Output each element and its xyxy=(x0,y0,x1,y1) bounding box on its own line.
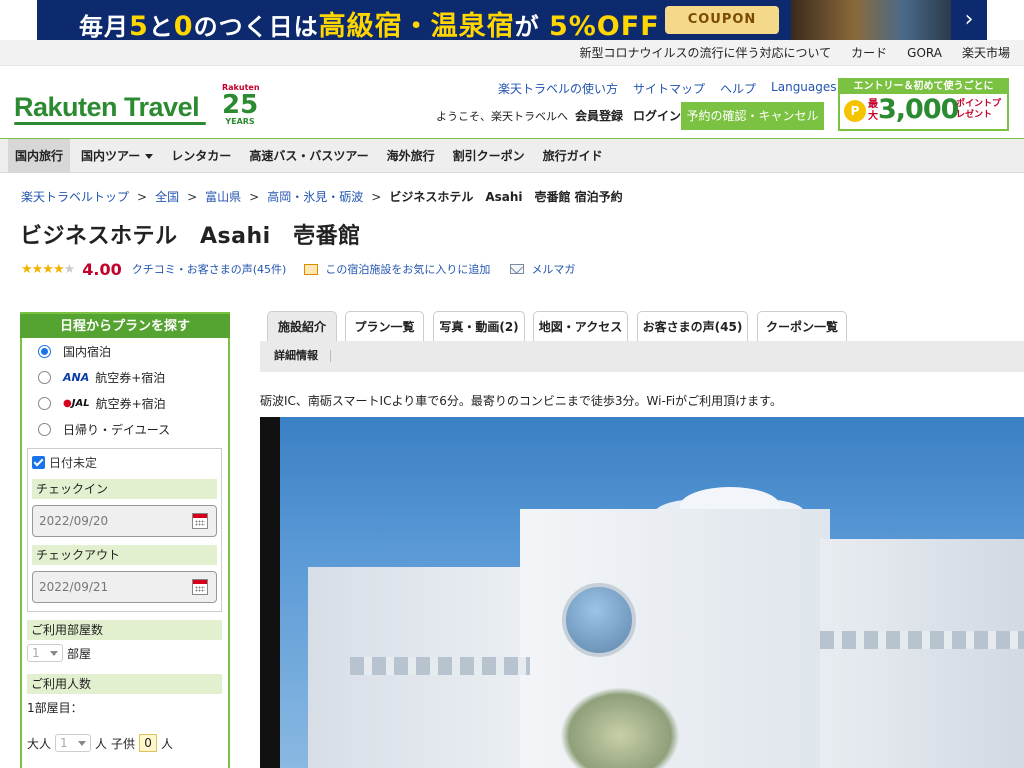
plan-search-sidebar: 日程からプランを探す 国内宿泊 ANA 航空券+宿泊 ●JAL 航空券+宿泊 日… xyxy=(20,312,230,768)
radio-ana-package[interactable] xyxy=(38,370,51,384)
breadcrumb-national[interactable]: 全国 xyxy=(155,190,179,204)
calendar-icon[interactable] xyxy=(192,579,208,595)
header-link-sitemap[interactable]: サイトマップ xyxy=(633,80,705,97)
adult-select[interactable]: 1 xyxy=(55,734,92,752)
promo-photo xyxy=(791,0,951,40)
calendar-icon[interactable] xyxy=(192,513,208,529)
welcome-text: ようこそ、楽天トラベルへ xyxy=(436,110,568,123)
option-jal-package[interactable]: ●JAL 航空券+宿泊 xyxy=(22,390,228,416)
ad-headline: エントリー＆初めて使うごとに xyxy=(840,80,1007,94)
hotel-tabs: 施設紹介 プラン一覧 写真・動画(2) 地図・アクセス お客さまの声(45) ク… xyxy=(260,311,1024,341)
rooms-section: ご利用部屋数 1 部屋 xyxy=(27,620,222,666)
breadcrumb-current: ビジネスホテル Asahi 壱番館 宿泊予約 xyxy=(389,190,623,204)
tab-coupons[interactable]: クーポン一覧 xyxy=(757,311,847,341)
tab-reviews[interactable]: お客さまの声(45) xyxy=(637,311,748,341)
date-undecided-checkbox[interactable] xyxy=(32,455,45,469)
hotel-name: ビジネスホテル Asahi 壱番館 xyxy=(20,224,361,249)
rating-row: ★★★★★ 4.00 クチコミ・お客さまの声(45件) この宿泊施設をお気に入り… xyxy=(21,259,575,279)
breadcrumb-top[interactable]: 楽天トラベルトップ xyxy=(21,190,129,204)
reservation-check-button[interactable]: 予約の確認・キャンセル xyxy=(681,102,824,130)
date-selection-box: 日付未定 チェックイン 2022/09/20 チェックアウト 2022/09/2… xyxy=(27,448,222,612)
radio-domestic-stay[interactable] xyxy=(38,344,51,358)
review-link[interactable]: クチコミ・お客さまの声(45件) xyxy=(132,261,287,277)
header-link-howto[interactable]: 楽天トラベルの使い方 xyxy=(498,80,618,97)
nav-domestic-travel[interactable]: 国内旅行 xyxy=(8,139,71,173)
adult-label: 大人 xyxy=(27,736,52,751)
nav-guide[interactable]: 旅行ガイド xyxy=(536,139,610,173)
rooms-unit: 部屋 xyxy=(67,646,92,661)
subtab-details[interactable]: 詳細情報 xyxy=(274,350,331,362)
nav-bus[interactable]: 高速バス・バスツアー xyxy=(242,139,375,173)
utility-bar: 新型コロナウイルスの流行に伴う対応について カード GORA 楽天市場 xyxy=(0,40,1024,66)
favorite-folder-icon xyxy=(304,263,319,275)
tab-facility-intro[interactable]: 施設紹介 xyxy=(267,311,337,341)
breadcrumb: 楽天トラベルトップ > 全国 > 富山県 > 高岡・氷見・砺波 > ビジネスホテル Asahi … xyxy=(21,190,623,204)
sidebar-title: 日程からプランを探す xyxy=(20,312,230,338)
login-link[interactable]: ログイン xyxy=(633,107,681,124)
hotel-photo xyxy=(260,417,1024,768)
rakuten-travel-logo[interactable]: Rakuten Travel xyxy=(14,92,200,123)
adult-unit: 人 xyxy=(95,736,108,751)
jal-logo: ●JAL xyxy=(63,397,90,409)
option-day-use[interactable]: 日帰り・デイユース xyxy=(22,416,228,442)
util-link-ichiba[interactable]: 楽天市場 xyxy=(942,46,1010,60)
hotel-intro-text: 砺波IC、南砺スマートICより車で6分。最寄りのコンビニまで徒歩3分。Wi-Fi… xyxy=(260,394,782,408)
promo-banner-area: 毎月5と0のつく日は高級宿・温泉宿が 5%OFF COUPON › xyxy=(0,0,1024,40)
radio-day-use[interactable] xyxy=(38,422,51,436)
checkin-date-input[interactable]: 2022/09/20 xyxy=(32,505,217,537)
languages-dropdown[interactable]: Languages xyxy=(771,80,848,97)
checkout-label: チェックアウト xyxy=(32,545,217,565)
util-link-card[interactable]: カード xyxy=(831,46,887,60)
breadcrumb-prefecture[interactable]: 富山県 xyxy=(205,190,241,204)
mail-magazine-link[interactable]: メルマガ xyxy=(531,261,575,277)
tab-plan-list[interactable]: プラン一覧 xyxy=(345,311,424,341)
points-campaign-ad[interactable]: エントリー＆初めて使うごとに P 最大 3,000 ポイントプレゼント xyxy=(838,78,1009,131)
checkout-date-input[interactable]: 2022/09/21 xyxy=(32,571,217,603)
ad-suffix: ポイントプレゼント xyxy=(956,99,1002,120)
logo-underline xyxy=(14,122,206,125)
add-favorite-link[interactable]: この宿泊施設をお気に入りに追加 xyxy=(325,261,490,277)
nav-domestic-tours[interactable]: 国内ツアー xyxy=(74,139,160,173)
radio-jal-package[interactable] xyxy=(38,396,51,410)
register-link[interactable]: 会員登録 xyxy=(575,107,623,124)
tab-map-access[interactable]: 地図・アクセス xyxy=(533,311,628,341)
rooms-select[interactable]: 1 xyxy=(27,644,63,662)
child-count-box[interactable]: 0 xyxy=(139,734,158,752)
room1-label: 1部屋目： xyxy=(27,700,83,715)
util-link-gora[interactable]: GORA xyxy=(887,46,942,60)
header-link-help[interactable]: ヘルプ xyxy=(720,80,756,97)
subtab-bar: 詳細情報 xyxy=(260,341,1024,372)
util-link-covid[interactable]: 新型コロナウイルスの流行に伴う対応について xyxy=(560,46,832,60)
nav-coupons[interactable]: 割引クーポン xyxy=(446,139,532,173)
child-label: 子供 xyxy=(111,736,136,751)
nav-overseas[interactable]: 海外旅行 xyxy=(380,139,442,173)
anniversary-badge: Rakuten 25 YEARS xyxy=(222,83,260,126)
option-domestic-stay[interactable]: 国内宿泊 xyxy=(22,338,228,364)
date-undecided-row[interactable]: 日付未定 xyxy=(32,453,217,471)
promo-banner[interactable]: 毎月5と0のつく日は高級宿・温泉宿が 5%OFF COUPON › xyxy=(37,0,987,40)
promo-text: 毎月5と0のつく日は高級宿・温泉宿が 5%OFF xyxy=(79,11,660,40)
header-nav: 楽天トラベルの使い方 サイトマップ ヘルプ Languages xyxy=(498,80,849,97)
point-coin-icon: P xyxy=(844,100,866,122)
ana-logo: ANA xyxy=(63,370,90,384)
child-unit: 人 xyxy=(161,736,174,751)
checkin-label: チェックイン xyxy=(32,479,217,499)
promo-coupon-badge: COUPON xyxy=(665,6,779,34)
nav-rentacar[interactable]: レンタカー xyxy=(164,139,238,173)
star-rating: ★★★★★ xyxy=(21,261,75,277)
breadcrumb-area[interactable]: 高岡・氷見・砺波 xyxy=(267,190,363,204)
main-nav: 国内旅行 国内ツアー レンタカー 高速バス・バスツアー 海外旅行 割引クーポン … xyxy=(0,139,1024,173)
ad-amount: 3,000 xyxy=(878,94,959,125)
promo-next-arrow-icon[interactable]: › xyxy=(951,0,987,40)
rating-score: 4.00 xyxy=(82,259,122,279)
people-section: ご利用人数 1部屋目： 大人 1 人 子供 0 人 xyxy=(27,674,222,756)
option-ana-package[interactable]: ANA 航空券+宿泊 xyxy=(22,364,228,390)
ad-prefix: 最大 xyxy=(868,99,878,122)
people-label: ご利用人数 xyxy=(27,674,222,694)
mail-icon xyxy=(510,264,525,274)
site-header: Rakuten Travel Rakuten 25 YEARS 楽天トラベルの使… xyxy=(0,66,1024,140)
tab-photos-videos[interactable]: 写真・動画(2) xyxy=(433,311,525,341)
rooms-label: ご利用部屋数 xyxy=(27,620,222,640)
